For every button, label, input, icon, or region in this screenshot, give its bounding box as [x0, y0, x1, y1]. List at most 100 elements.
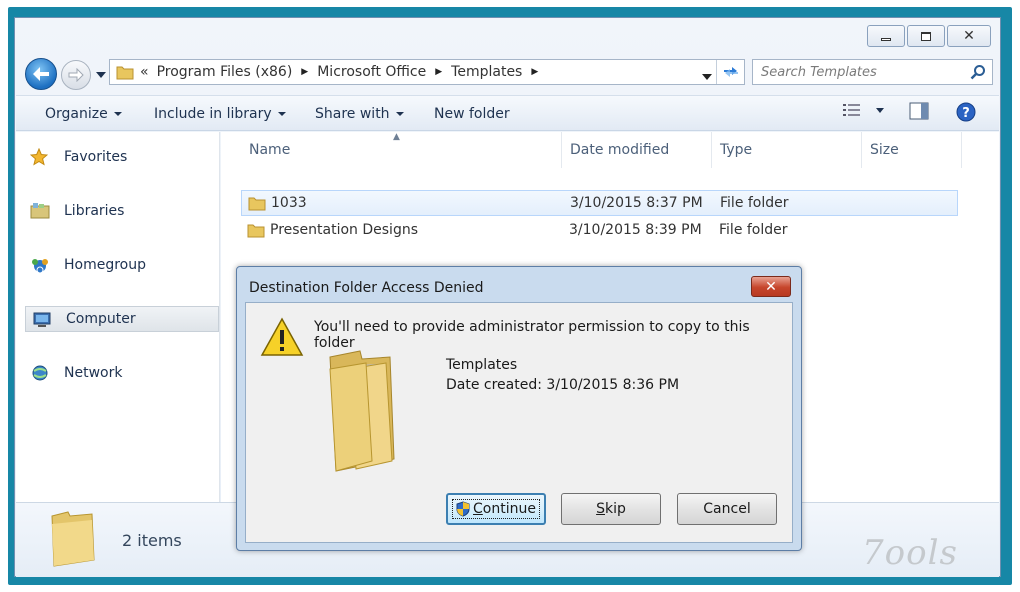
include-in-library-button[interactable]: Include in library — [154, 106, 286, 122]
nav-item-computer[interactable]: Computer — [25, 306, 219, 332]
help-icon: ? — [956, 102, 976, 122]
address-history-dropdown[interactable] — [702, 68, 712, 84]
file-type: File folder — [720, 195, 789, 211]
organize-label: Organize — [45, 106, 108, 122]
back-button[interactable] — [25, 58, 57, 90]
share-with-label: Share with — [315, 106, 390, 122]
folder-icon — [247, 224, 265, 238]
homegroup-icon — [32, 259, 48, 274]
column-label: Date modified — [570, 142, 670, 158]
column-header-size[interactable]: Size — [862, 132, 962, 168]
search-input[interactable]: Search Templates — [752, 59, 993, 85]
table-row[interactable]: 1033 3/10/2015 8:37 PM File folder — [241, 190, 958, 216]
forward-arrow-icon — [68, 68, 84, 82]
breadcrumb-separator-icon[interactable]: ▶ — [531, 67, 538, 77]
window-controls: ✕ — [865, 25, 991, 47]
minimize-button[interactable] — [867, 25, 905, 47]
close-icon: ✕ — [963, 28, 975, 44]
file-date: 3/10/2015 8:37 PM — [570, 195, 703, 211]
nav-item-homegroup[interactable]: Homegroup — [24, 252, 218, 278]
libraries-icon — [30, 203, 50, 219]
recent-pages-dropdown[interactable] — [94, 68, 108, 82]
chevron-down-icon — [702, 74, 712, 80]
watermark-logo: 7ools — [862, 533, 958, 573]
breadcrumb-program-files[interactable]: Program Files (x86) — [157, 64, 293, 80]
skip-label: kip — [605, 501, 626, 517]
close-window-button[interactable]: ✕ — [947, 25, 991, 47]
include-in-library-label: Include in library — [154, 106, 272, 122]
close-icon: ✕ — [765, 278, 777, 295]
breadcrumb-separator-icon[interactable]: ▶ — [435, 67, 442, 77]
maximize-button[interactable] — [907, 25, 945, 47]
network-icon — [32, 365, 48, 381]
star-icon — [30, 148, 48, 166]
column-label: Type — [720, 142, 753, 158]
continue-button[interactable]: Continue — [446, 493, 546, 525]
cancel-button[interactable]: Cancel — [677, 493, 777, 525]
continue-label: ontinue — [482, 501, 536, 517]
dialog-title: Destination Folder Access Denied — [249, 280, 484, 296]
breadcrumb-microsoft-office[interactable]: Microsoft Office — [317, 64, 426, 80]
nav-label: Homegroup — [64, 257, 147, 273]
chevron-down-icon — [113, 112, 122, 116]
continue-accesskey: C — [473, 501, 483, 517]
new-folder-button[interactable]: New folder — [434, 106, 510, 122]
column-header-date-modified[interactable]: Date modified — [562, 132, 712, 168]
help-button[interactable]: ? — [956, 102, 976, 122]
folder-large-icon — [51, 511, 95, 567]
folder-icon — [116, 66, 134, 80]
preview-pane-button[interactable] — [909, 102, 929, 120]
share-with-button[interactable]: Share with — [315, 106, 404, 122]
details-view-icon — [843, 104, 860, 116]
preview-pane-icon — [909, 102, 929, 120]
navigation-pane: Favorites Libraries Homegroup Computer N… — [16, 132, 220, 502]
cancel-label: Cancel — [703, 501, 751, 517]
nav-item-libraries[interactable]: Libraries — [24, 198, 218, 224]
folder-name: Templates — [446, 357, 518, 373]
file-type: File folder — [719, 222, 788, 238]
table-row[interactable]: Presentation Designs 3/10/2015 8:39 PM F… — [241, 218, 958, 244]
access-denied-dialog: Destination Folder Access Denied ✕ You'l… — [236, 266, 802, 551]
nav-label: Favorites — [64, 149, 128, 165]
folder-details: Templates Date created: 3/10/2015 8:36 P… — [446, 355, 679, 395]
dialog-message: You'll need to provide administrator per… — [314, 319, 750, 351]
nav-item-favorites[interactable]: Favorites — [24, 144, 218, 170]
warning-icon — [260, 317, 304, 356]
folder-large-icon — [329, 350, 395, 472]
dialog-body: You'll need to provide administrator per… — [245, 302, 793, 543]
uac-shield-icon — [456, 501, 470, 517]
breadcrumb-templates[interactable]: Templates — [451, 64, 522, 80]
change-view-button[interactable] — [842, 102, 884, 118]
breadcrumb-overflow[interactable]: « — [140, 64, 149, 80]
forward-button[interactable] — [61, 60, 91, 90]
search-icon[interactable] — [970, 64, 986, 80]
column-label: Size — [870, 142, 899, 158]
date-created: Date created: 3/10/2015 8:36 PM — [446, 377, 680, 393]
breadcrumb-separator-icon[interactable]: ▶ — [301, 67, 308, 77]
nav-item-network[interactable]: Network — [24, 360, 218, 386]
chevron-down-icon[interactable] — [876, 107, 884, 113]
file-date: 3/10/2015 8:39 PM — [569, 222, 702, 238]
computer-icon — [33, 312, 51, 327]
chevron-down-icon — [96, 72, 106, 78]
back-arrow-icon — [33, 67, 49, 81]
command-bar: Organize Include in library Share with N… — [16, 95, 999, 131]
nav-label: Libraries — [64, 203, 125, 219]
column-header-name[interactable]: Name — [241, 132, 562, 168]
file-name: 1033 — [271, 195, 307, 211]
minimize-icon — [881, 37, 891, 41]
nav-label: Computer — [66, 311, 136, 327]
address-bar[interactable]: « Program Files (x86) ▶ Microsoft Office… — [109, 59, 745, 85]
dialog-close-button[interactable]: ✕ — [751, 276, 791, 297]
column-label: Name — [249, 142, 291, 158]
skip-button[interactable]: Skip — [561, 493, 661, 525]
continue-button-content: Continue — [452, 499, 540, 519]
chevron-down-icon — [277, 112, 286, 116]
refresh-icon — [723, 67, 738, 77]
search-placeholder: Search Templates — [761, 64, 877, 80]
refresh-button[interactable] — [716, 60, 744, 84]
organize-button[interactable]: Organize — [45, 106, 122, 122]
svg-text:?: ? — [962, 106, 970, 121]
file-name: Presentation Designs — [270, 222, 419, 238]
column-header-type[interactable]: Type — [712, 132, 862, 168]
